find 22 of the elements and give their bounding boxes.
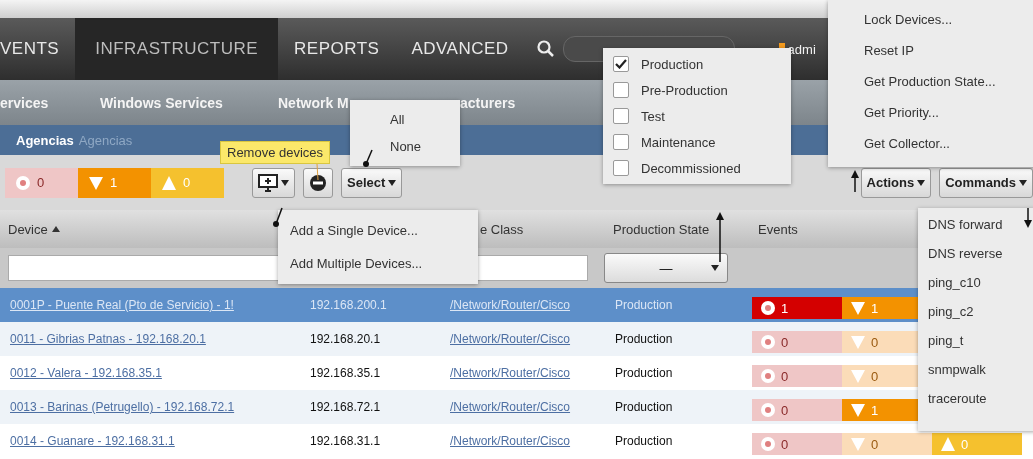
critical-count: 1	[752, 297, 842, 319]
ip-cell-text: 192.168.35.1	[309, 366, 382, 380]
warning-count: 0	[151, 167, 224, 198]
tooltip: Remove devices	[220, 141, 331, 164]
error-count: 0	[842, 433, 932, 455]
critical-count: 0	[752, 433, 842, 455]
state-cell-text: Production	[614, 366, 674, 380]
state-cell-text: Production	[614, 298, 674, 312]
ip-cell-text: 192.168.200.1	[309, 298, 388, 312]
ip-cell-text: 192.168.20.1	[309, 332, 382, 346]
ip-cell-text: 192.168.72.1	[309, 400, 382, 414]
state-cell-text: Production	[614, 434, 674, 448]
critical-count: 0	[752, 399, 842, 421]
critical-count: 0	[752, 331, 842, 353]
breadcrumb-current: Agencias	[16, 132, 74, 148]
critical-count: 0	[5, 167, 78, 198]
ip-cell-text: 192.168.31.1	[309, 434, 382, 448]
state-cell-text: Production	[614, 332, 674, 346]
warning-count: 0	[932, 433, 1022, 455]
state-cell-text: Production	[614, 400, 674, 414]
error-count: 1	[78, 167, 151, 198]
critical-count: 0	[752, 365, 842, 387]
